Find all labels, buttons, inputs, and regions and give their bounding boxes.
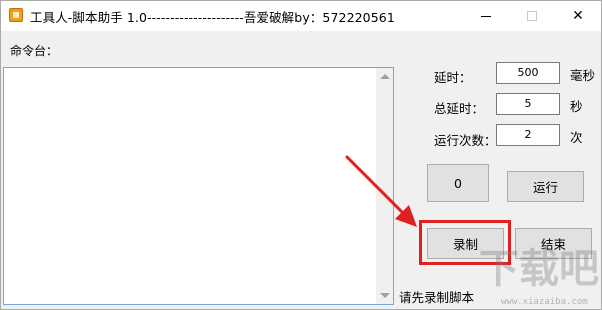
delay-label: 延时：: [434, 70, 472, 85]
counter-button[interactable]: 0: [427, 164, 489, 202]
total-delay-label: 总延时：: [434, 101, 485, 116]
minimize-button[interactable]: [463, 1, 509, 31]
close-button[interactable]: ✕: [555, 1, 601, 31]
annotation-arrow-icon: [345, 155, 417, 227]
delay-input[interactable]: 500: [496, 62, 560, 84]
total-delay-input[interactable]: 5: [496, 93, 560, 115]
run-count-input[interactable]: 2: [496, 124, 560, 146]
console-label: 命令台：: [10, 44, 59, 58]
delay-unit: 毫秒: [570, 68, 596, 83]
total-delay-unit: 秒: [570, 99, 583, 114]
window-title: 工具人-脚本助手 1.0---------------------吾爱破解by：…: [30, 10, 395, 25]
run-count-label: 运行次数：: [434, 133, 497, 148]
close-icon: ✕: [572, 8, 584, 24]
watermark-url: www.xiazaiba.com: [501, 297, 588, 307]
minimize-icon: [481, 15, 491, 17]
maximize-icon: [527, 11, 537, 21]
console-textarea[interactable]: [3, 67, 394, 305]
status-text: 请先录制脚本: [399, 290, 475, 305]
maximize-button: [509, 1, 555, 31]
run-button[interactable]: 运行: [507, 171, 584, 202]
title-bar[interactable]: 工具人-脚本助手 1.0---------------------吾爱破解by：…: [1, 1, 601, 31]
scroll-up-icon[interactable]: [380, 74, 390, 79]
app-window: 工具人-脚本助手 1.0---------------------吾爱破解by：…: [0, 0, 602, 310]
scroll-down-icon[interactable]: [380, 293, 390, 298]
app-icon: [9, 8, 23, 22]
run-count-unit: 次: [570, 130, 583, 145]
